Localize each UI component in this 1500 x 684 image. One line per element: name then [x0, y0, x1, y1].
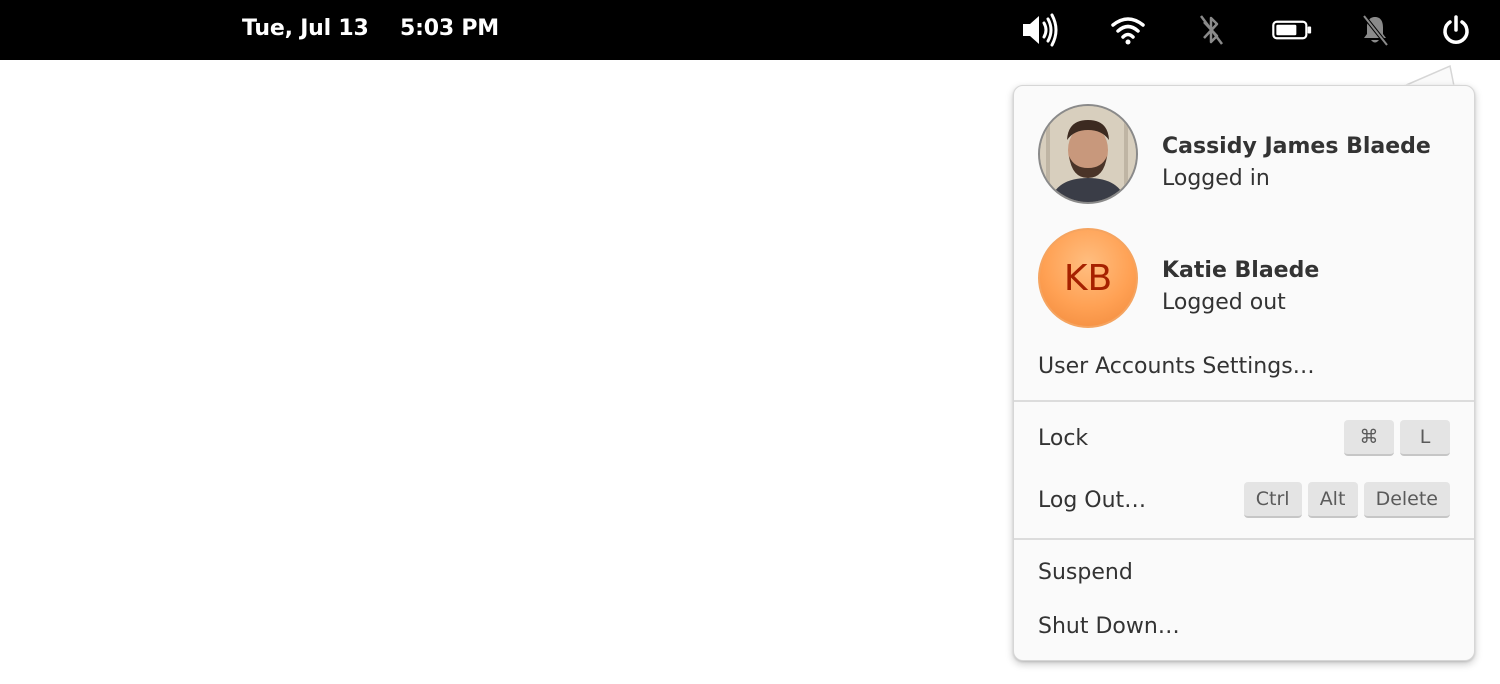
user-avatar-photo [1038, 104, 1138, 204]
lock-shortcut: ⌘ L [1344, 420, 1450, 456]
user-item-cassidy[interactable]: Cassidy James Blaede Logged in [1014, 104, 1474, 208]
bluetooth-disabled-icon[interactable] [1191, 10, 1231, 50]
notifications-disabled-icon[interactable] [1355, 10, 1395, 50]
suspend-item[interactable]: Suspend [1038, 560, 1133, 585]
keycap: L [1400, 420, 1450, 456]
user-name: Katie Blaede [1162, 258, 1320, 283]
keycap: Ctrl [1243, 482, 1302, 518]
keycap: Alt [1307, 482, 1358, 518]
panel-time[interactable]: 5:03 PM [400, 14, 499, 44]
menu-separator [1014, 400, 1474, 402]
session-menu-popover: Cassidy James Blaede Logged in KB Katie … [1013, 85, 1475, 661]
shut-down-item[interactable]: Shut Down… [1038, 614, 1180, 639]
user-status: Logged in [1162, 166, 1270, 191]
menu-separator [1014, 538, 1474, 540]
keycap: ⌘ [1344, 420, 1394, 456]
lock-item[interactable]: Lock [1038, 426, 1088, 451]
panel-date[interactable]: Tue, Jul 13 [242, 14, 369, 44]
popover-arrow [1404, 64, 1460, 87]
battery-icon[interactable] [1272, 10, 1312, 50]
keycap: Delete [1363, 482, 1450, 518]
log-out-item[interactable]: Log Out… [1038, 488, 1146, 513]
user-avatar-initials: KB [1038, 228, 1138, 328]
top-panel: Tue, Jul 13 5:03 PM [0, 0, 1500, 60]
audio-volume-high-icon[interactable] [1020, 10, 1060, 50]
wifi-icon[interactable] [1108, 10, 1148, 50]
user-item-katie[interactable]: KB Katie Blaede Logged out [1014, 228, 1474, 332]
log-out-shortcut: Ctrl Alt Delete [1243, 482, 1450, 518]
user-accounts-settings-item[interactable]: User Accounts Settings… [1038, 354, 1315, 379]
user-name: Cassidy James Blaede [1162, 134, 1431, 159]
user-status: Logged out [1162, 290, 1286, 315]
power-icon[interactable] [1436, 10, 1476, 50]
